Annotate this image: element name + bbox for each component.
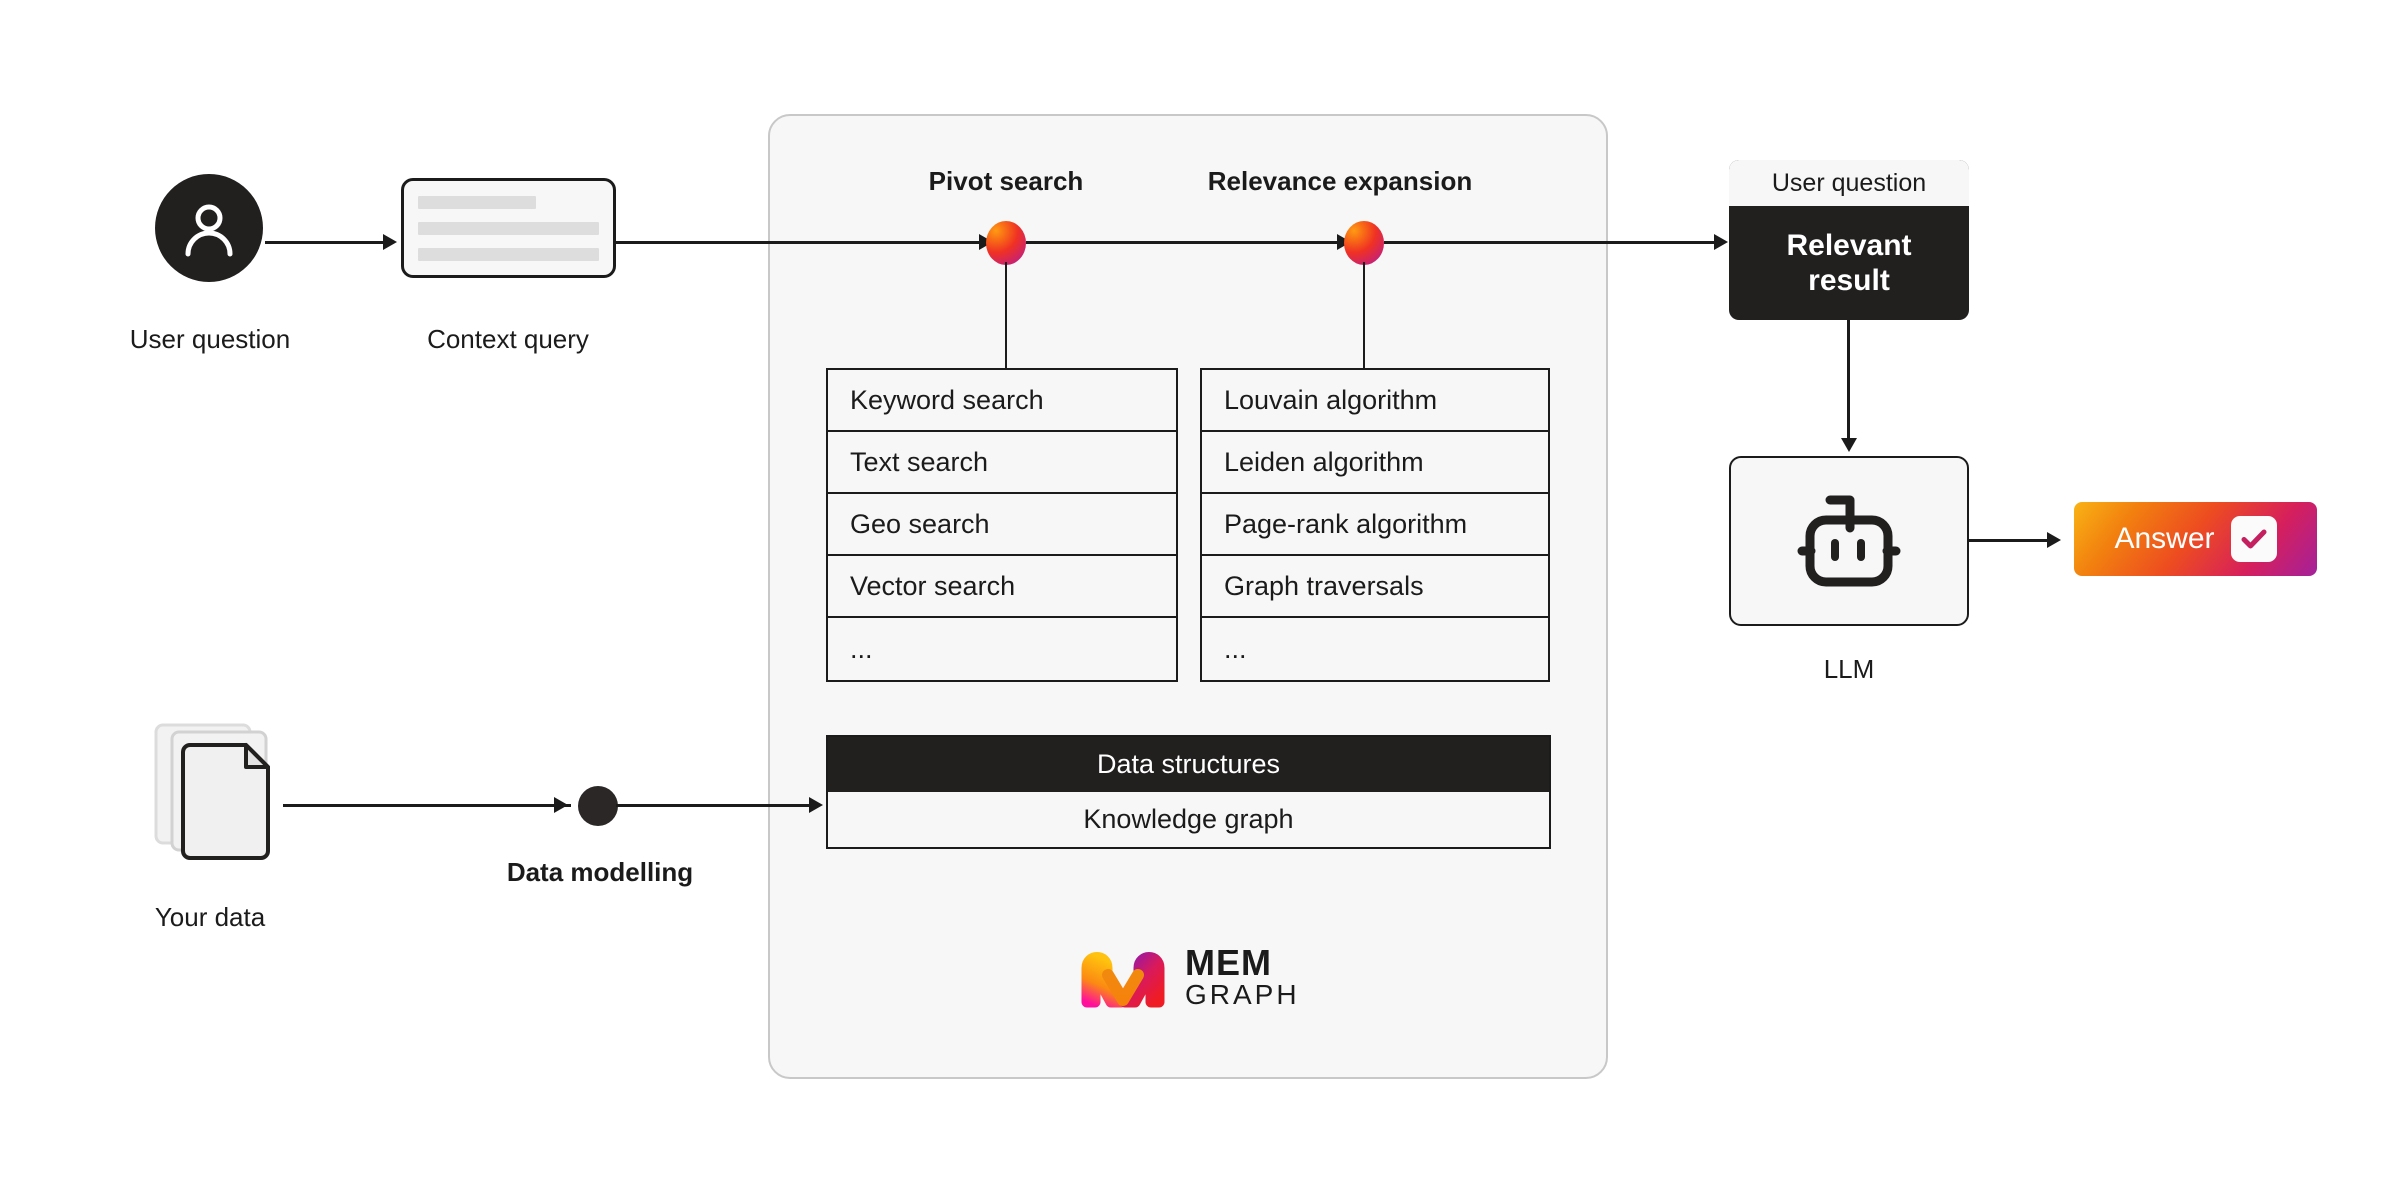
robot-icon bbox=[1797, 495, 1901, 587]
relevant-result-header: User question bbox=[1729, 160, 1969, 206]
data-modelling-dot bbox=[578, 786, 618, 826]
your-data-label: Your data bbox=[154, 902, 266, 932]
arrow-modelling-to-structures bbox=[616, 804, 809, 807]
pivot-search-option-list: Keyword search Text search Geo search Ve… bbox=[826, 368, 1178, 682]
data-structures-row: Knowledge graph bbox=[1083, 804, 1294, 834]
arrowhead-llm-to-answer bbox=[2047, 532, 2061, 548]
arrowhead-relevance-to-result bbox=[1714, 234, 1728, 250]
context-query-card bbox=[401, 178, 616, 278]
llm-card bbox=[1729, 456, 1969, 626]
arrow-data-to-modelling bbox=[283, 804, 571, 807]
pivot-option[interactable]: Vector search bbox=[828, 556, 1176, 618]
relevant-result-card: User question Relevant result bbox=[1729, 160, 1969, 320]
pivot-option-more[interactable]: ... bbox=[828, 618, 1176, 680]
documents-stack-icon bbox=[154, 723, 270, 860]
memgraph-wordmark-mem: MEM bbox=[1185, 942, 1272, 983]
relevant-result-body: Relevant result bbox=[1786, 228, 1912, 297]
connector-pivot-to-options bbox=[1005, 262, 1007, 370]
user-avatar bbox=[155, 174, 263, 282]
context-query-label: Context query bbox=[427, 324, 589, 354]
memgraph-m-logo-icon bbox=[1081, 952, 1165, 1008]
pivot-option[interactable]: Keyword search bbox=[828, 370, 1176, 432]
relevance-option[interactable]: Page-rank algorithm bbox=[1202, 494, 1548, 556]
pivot-option[interactable]: Geo search bbox=[828, 494, 1176, 556]
relevance-expansion-title: Relevance expansion bbox=[1207, 166, 1473, 196]
pivot-search-title: Pivot search bbox=[928, 166, 1084, 196]
data-structures-header: Data structures bbox=[828, 737, 1549, 792]
context-line-2 bbox=[418, 221, 599, 235]
relevance-option-more[interactable]: ... bbox=[1202, 618, 1548, 680]
arrow-pivot-to-relevance bbox=[1026, 241, 1352, 244]
arrowhead-modelling-to-structures bbox=[809, 797, 823, 813]
context-line-3 bbox=[418, 247, 599, 261]
data-structures-table: Data structures Knowledge graph bbox=[826, 735, 1551, 849]
answer-button-label: Answer bbox=[2114, 522, 2215, 555]
relevance-option[interactable]: Graph traversals bbox=[1202, 556, 1548, 618]
documents-stack bbox=[150, 720, 310, 865]
relevance-option[interactable]: Leiden algorithm bbox=[1202, 432, 1548, 494]
check-square-icon bbox=[2230, 516, 2277, 562]
context-line-1 bbox=[418, 195, 536, 209]
connector-relevance-to-options bbox=[1363, 262, 1365, 370]
arrowhead-data-to-modelling bbox=[554, 797, 568, 813]
pivot-option[interactable]: Text search bbox=[828, 432, 1176, 494]
arrow-llm-to-answer bbox=[1969, 539, 2047, 542]
arrowhead-result-to-llm bbox=[1841, 438, 1857, 452]
pivot-search-node bbox=[986, 221, 1026, 265]
arrowhead-user-to-context bbox=[383, 234, 397, 250]
relevance-option[interactable]: Louvain algorithm bbox=[1202, 370, 1548, 432]
arrow-relevance-to-result bbox=[1384, 241, 1714, 244]
data-modelling-label: Data modelling bbox=[506, 857, 694, 887]
arrow-result-to-llm bbox=[1847, 320, 1850, 438]
memgraph-logo: MEM GRAPH bbox=[1075, 942, 1307, 1012]
user-avatar-icon bbox=[185, 204, 233, 257]
relevance-expansion-option-list: Louvain algorithm Leiden algorithm Page-… bbox=[1200, 368, 1550, 682]
memgraph-wordmark-graph: GRAPH bbox=[1185, 979, 1300, 1010]
arrow-user-to-context bbox=[265, 241, 383, 244]
answer-button[interactable]: Answer bbox=[2074, 502, 2317, 576]
llm-label: LLM bbox=[1823, 654, 1875, 684]
arrow-context-to-pivot bbox=[616, 241, 996, 244]
relevance-expansion-node bbox=[1344, 221, 1384, 265]
